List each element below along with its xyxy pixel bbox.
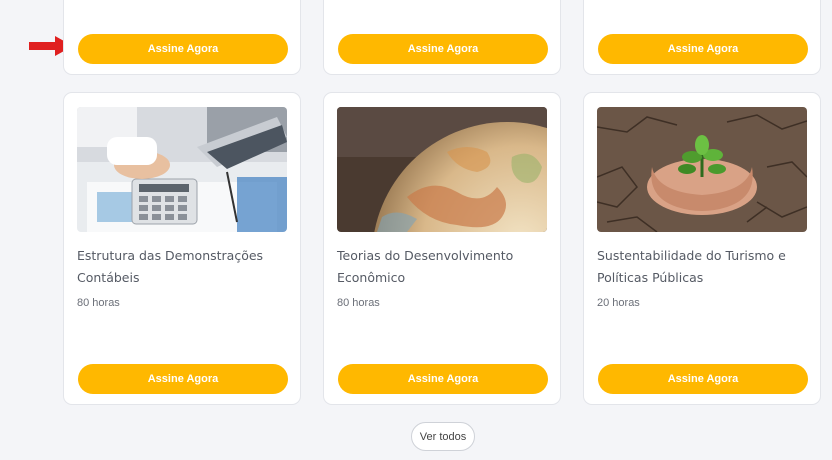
subscribe-button[interactable]: Assine Agora bbox=[78, 34, 288, 64]
course-hours: 20 horas bbox=[597, 297, 640, 309]
course-image-accounting[interactable] bbox=[77, 107, 287, 232]
course-hours: 80 horas bbox=[337, 297, 380, 309]
subscribe-button[interactable]: Assine Agora bbox=[338, 34, 548, 64]
course-title[interactable]: Estrutura das Demonstrações Contábeis bbox=[77, 245, 289, 289]
see-all-button[interactable]: Ver todos bbox=[411, 422, 475, 451]
course-card: Estrutura das Demonstrações Contábeis 80… bbox=[63, 92, 301, 405]
course-title[interactable]: Sustentabilidade do Turismo e Políticas … bbox=[597, 245, 809, 289]
course-card: Teorias do Desenvolvimento Econômico 80 … bbox=[323, 92, 561, 405]
course-hours: 80 horas bbox=[77, 297, 120, 309]
subscribe-button[interactable]: Assine Agora bbox=[78, 364, 288, 394]
course-card: Assine Agora bbox=[63, 0, 301, 75]
course-card: Sustentabilidade do Turismo e Políticas … bbox=[583, 92, 821, 405]
course-card: Assine Agora bbox=[323, 0, 561, 75]
course-image-plant[interactable] bbox=[597, 107, 807, 232]
course-title[interactable]: Teorias do Desenvolvimento Econômico bbox=[337, 245, 549, 289]
subscribe-button[interactable]: Assine Agora bbox=[598, 364, 808, 394]
subscribe-button[interactable]: Assine Agora bbox=[338, 364, 548, 394]
subscribe-button[interactable]: Assine Agora bbox=[598, 34, 808, 64]
course-image-globe[interactable] bbox=[337, 107, 547, 232]
course-card: Assine Agora bbox=[583, 0, 821, 75]
